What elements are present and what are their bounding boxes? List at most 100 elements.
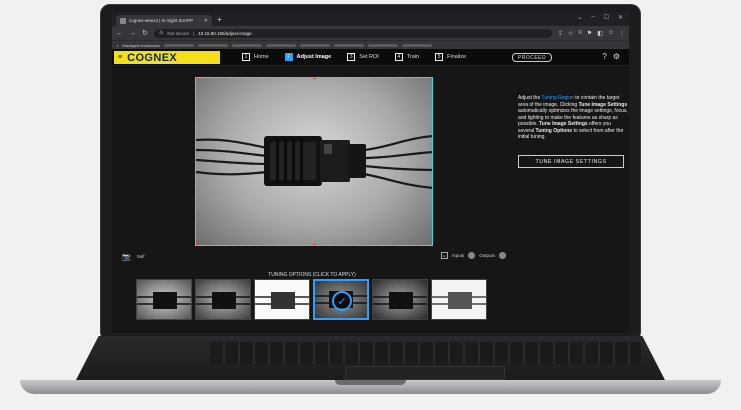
minimize-icon[interactable]: – (591, 14, 594, 21)
close-icon[interactable]: ✕ (204, 18, 208, 24)
security-label: Not secure (167, 30, 190, 36)
brand-logo: ≡ COGNEX (114, 51, 220, 64)
bookmark-icon[interactable]: ⚑ (587, 30, 592, 37)
address-divider: | (193, 30, 195, 36)
tuning-option-thumbnail-selected[interactable]: ✓ (313, 279, 369, 320)
tuning-region[interactable] (195, 77, 433, 246)
step-adjust-image[interactable]: 2 Adjust Image (284, 53, 332, 61)
step-number: 2 (284, 53, 293, 61)
favicon-icon (120, 17, 126, 24)
roi-handle-top[interactable] (313, 78, 316, 79)
close-window-icon[interactable]: ✕ (618, 14, 623, 21)
bookmark-item[interactable] (163, 43, 194, 47)
tuning-option-thumbnail[interactable] (372, 279, 428, 320)
thumbnail-image (373, 292, 427, 309)
laptop-screen: cognex-weex2 | In-Sight SnAPP ✕ + ⌄ – ☐ … (112, 12, 629, 333)
camera-icon[interactable]: 📷 (122, 253, 131, 261)
tab-title: cognex-weex2 | In-Sight SnAPP (129, 18, 193, 23)
sidepanel-icon[interactable]: ◧ (597, 30, 603, 37)
step-label: Home (254, 54, 269, 60)
bookmark-item[interactable] (333, 43, 364, 47)
keyboard (210, 342, 641, 364)
instructions-text: Adjust the Tuning Region to contain the … (518, 95, 628, 141)
main-content: 📷 Self ▸ Inputs Outputs TUNING OPTIONS (… (112, 67, 629, 333)
warning-icon: ⚠ (158, 30, 164, 36)
inputs-indicator (468, 252, 476, 259)
folder-icon: ▪ (117, 42, 119, 48)
step-train[interactable]: 4 Train (394, 53, 420, 61)
step-number: 1 (242, 53, 250, 61)
tuning-thumbnails: ✓ (136, 279, 487, 320)
roi-handle-bottom-right[interactable] (431, 244, 432, 245)
kebab-menu-icon[interactable]: ⋮ (619, 30, 625, 37)
outputs-label: Outputs (479, 253, 495, 258)
extensions-icon[interactable]: ≡ (578, 30, 582, 37)
lid-notch (335, 380, 406, 385)
trigger-mode-label: Self (136, 254, 145, 259)
tuning-region-link[interactable]: Tuning Region (542, 95, 574, 101)
roi-handle-top-left[interactable] (196, 78, 197, 79)
maximize-icon[interactable]: ☐ (604, 14, 609, 21)
trigger-icon[interactable]: ▸ (440, 252, 448, 259)
reload-icon[interactable]: ↻ (142, 29, 148, 37)
workflow-steps: 1 Home 2 Adjust Image 3 Set ROI 4 Train … (242, 53, 466, 61)
step-label: Train (406, 54, 420, 60)
outputs-indicator (499, 252, 506, 259)
brand-name: COGNEX (127, 51, 178, 64)
forward-arrow-icon[interactable]: → (129, 30, 136, 37)
hamburger-menu-icon[interactable]: ≡ (118, 54, 122, 61)
connector-image (196, 135, 432, 189)
text-segment: Adjust the (518, 95, 542, 101)
thumbnail-image (432, 292, 486, 309)
checkmark-icon: ✓ (332, 291, 352, 311)
new-tab-button[interactable]: + (217, 15, 222, 24)
profile-icon[interactable]: ☺ (608, 30, 614, 37)
thumbnail-image (196, 292, 250, 309)
bookmark-item[interactable] (197, 43, 228, 47)
step-label: Finalize (447, 54, 467, 60)
bookmark-item[interactable] (265, 43, 296, 47)
step-number: 4 (394, 53, 403, 61)
step-finalize[interactable]: 5 Finalize (435, 53, 466, 61)
header-icons: ? ⚙ (602, 52, 620, 61)
tune-image-settings-button[interactable]: TUNE IMAGE SETTINGS (518, 155, 624, 168)
browser-tab[interactable]: cognex-weex2 | In-Sight SnAPP ✕ (116, 15, 212, 26)
managed-bookmarks-label[interactable]: Managed bookmarks (122, 43, 159, 48)
bookmark-item[interactable] (231, 43, 262, 47)
roi-handle-top-right[interactable] (431, 78, 432, 79)
roi-handle-bottom[interactable] (313, 244, 316, 245)
address-bar[interactable]: ⚠ Not secure | 10.15.80.166/adjust-image (153, 28, 552, 38)
step-number: 3 (347, 53, 356, 61)
text-segment-bold: Tuning Options (535, 127, 573, 134)
step-set-roi[interactable]: 3 Set ROI (347, 53, 379, 61)
share-icon[interactable]: ⇪ (558, 30, 563, 37)
back-arrow-icon[interactable]: ← (116, 30, 123, 37)
tuning-option-thumbnail[interactable] (254, 279, 310, 320)
toolbar-icons: ⇪ ☆ ≡ ⚑ ◧ ☺ ⋮ (558, 30, 625, 37)
bookmark-item[interactable] (401, 43, 432, 47)
bookmark-item[interactable] (299, 43, 330, 47)
chevron-down-icon[interactable]: ⌄ (577, 14, 582, 21)
thumbnail-image (255, 292, 309, 309)
bookmark-item[interactable] (367, 43, 398, 47)
tuning-option-thumbnail[interactable] (136, 279, 192, 320)
app-header: ≡ COGNEX 1 Home 2 Adjust Image 3 Set ROI… (112, 49, 629, 66)
keyboard-deck (75, 336, 666, 382)
url-text: 10.15.80.166/adjust-image (198, 30, 252, 36)
browser-tab-bar: cognex-weex2 | In-Sight SnAPP ✕ + ⌄ – ☐ … (112, 12, 629, 26)
tuning-options-title: TUNING OPTIONS (CLICK TO APPLY) (268, 272, 356, 278)
step-label: Set ROI (359, 54, 379, 60)
step-label: Adjust Image (296, 54, 332, 60)
tuning-option-thumbnail[interactable] (195, 279, 251, 320)
proceed-button[interactable]: PROCEED (512, 53, 552, 62)
roi-handle-bottom-left[interactable] (196, 244, 197, 245)
step-home[interactable]: 1 Home (242, 53, 269, 61)
trackpad (345, 366, 505, 380)
io-status: ▸ Inputs Outputs (440, 252, 506, 259)
star-icon[interactable]: ☆ (568, 30, 573, 37)
gear-icon[interactable]: ⚙ (613, 52, 620, 61)
thumbnail-image (137, 292, 191, 309)
inputs-label: Inputs (451, 253, 465, 258)
help-icon[interactable]: ? (602, 52, 606, 61)
tuning-option-thumbnail[interactable] (431, 279, 487, 320)
